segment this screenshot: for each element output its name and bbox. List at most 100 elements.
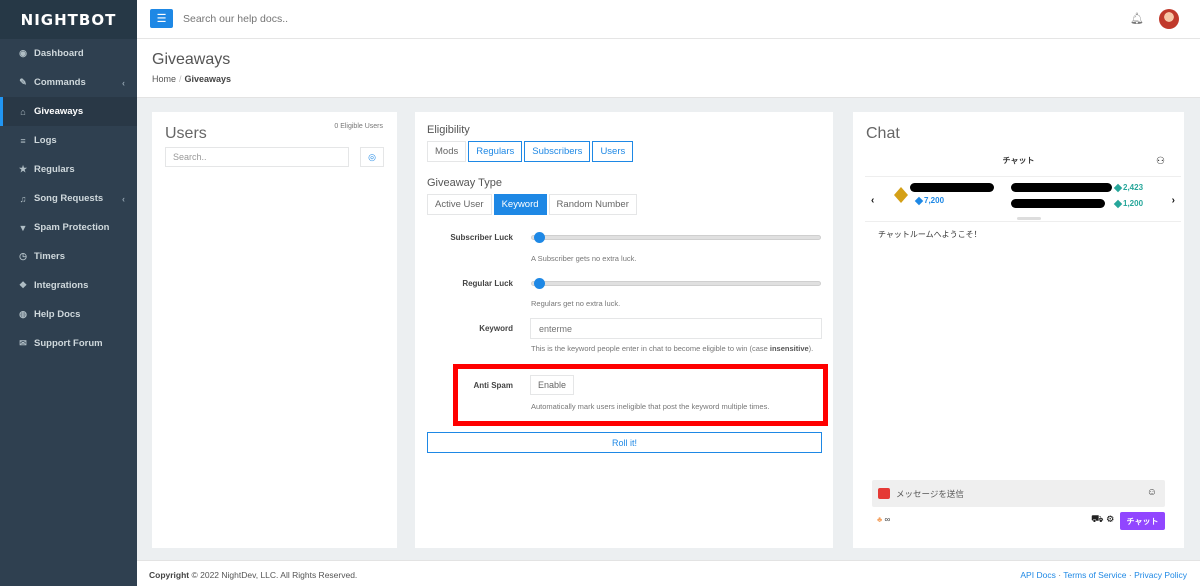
chat-tool-icons: ⛟ ⚙ — [1091, 514, 1114, 527]
chat-header-label: チャット — [1002, 156, 1035, 165]
crosshair-icon: ◎ — [368, 151, 376, 162]
slider-handle[interactable] — [534, 232, 545, 243]
active-user-button[interactable]: Active User — [427, 194, 492, 215]
roll-it-button[interactable]: Roll it! — [427, 432, 822, 453]
sidebar-item-label: Song Requests — [34, 193, 104, 204]
giveaway-type-buttons: Active User Keyword Random Number — [427, 194, 639, 215]
emote-icon[interactable]: ☺ — [1147, 487, 1157, 498]
chat-send-button[interactable]: チャット — [1120, 512, 1165, 530]
breadcrumb-current: Giveaways — [184, 74, 232, 84]
users-button[interactable]: Users — [592, 141, 634, 162]
copyright-label: Copyright — [149, 570, 190, 580]
target-button[interactable]: ◎ — [360, 147, 384, 167]
chat-message-placeholder: メッセージを送信 — [896, 489, 964, 499]
subscribers-button[interactable]: Subscribers — [524, 141, 591, 162]
hamburger-menu-button[interactable]: ☰ — [150, 9, 173, 28]
sidebar-item-label: Support Forum — [34, 338, 103, 349]
regulars-button[interactable]: Regulars — [468, 141, 523, 162]
eligible-users-count: 0 Eligible Users — [334, 123, 383, 130]
sidebar-item-label: Logs — [34, 135, 57, 146]
cart-icon[interactable]: ⛟ — [1091, 514, 1104, 525]
privacy-policy-link[interactable]: Privacy Policy — [1134, 570, 1187, 580]
help-search-input[interactable] — [183, 8, 483, 30]
api-docs-link[interactable]: API Docs — [1020, 570, 1055, 580]
chevron-left-icon[interactable]: ‹ — [871, 195, 874, 206]
chat-message-input[interactable]: メッセージを送信 ☺ — [872, 480, 1165, 507]
chevron-left-icon: ‹ — [122, 193, 125, 204]
sidebar-nav: ◉ Dashboard ✎ Commands ‹ ⌂ Giveaways ≡ Logs ★ Regu… — [0, 39, 137, 358]
subscriber-luck-slider[interactable] — [531, 232, 821, 243]
sidebar-item-giveaways[interactable]: ⌂ Giveaways — [0, 97, 137, 126]
breadcrumb: Home / Giveaways — [152, 74, 231, 84]
user-avatar[interactable] — [1159, 9, 1179, 29]
terms-of-service-link[interactable]: Terms of Service — [1063, 570, 1126, 580]
sidebar-item-logs[interactable]: ≡ Logs — [0, 126, 137, 155]
sidebar-item-commands[interactable]: ✎ Commands ‹ — [0, 68, 137, 97]
points-value: 1,200 — [1123, 199, 1144, 208]
slider-handle[interactable] — [534, 278, 545, 289]
topbar: ☰ 🔔︎ — [137, 0, 1200, 39]
random-number-button[interactable]: Random Number — [548, 194, 637, 215]
gear-icon[interactable]: ⚙ — [1106, 514, 1114, 525]
subscriber-luck-label: Subscriber Luck — [450, 233, 513, 242]
redacted-username — [1011, 199, 1105, 208]
chat-points-display[interactable]: ♣ ∞ — [877, 515, 890, 524]
keyword-help-text: This is the keyword people enter in chat… — [531, 344, 770, 353]
cubes-icon: ❖ — [18, 280, 28, 290]
eligibility-panel: Eligibility Mods Regulars Subscribers Us… — [415, 112, 833, 548]
bell-icon[interactable]: 🔔︎ — [1130, 12, 1144, 25]
points-icon — [1113, 199, 1123, 209]
comments-icon: ✉ — [19, 338, 27, 348]
sidebar-item-label: Integrations — [34, 280, 89, 291]
regular-luck-help: Regulars get no extra luck. — [531, 299, 621, 308]
points-value: 7,200 — [924, 196, 945, 205]
redacted-username — [910, 183, 994, 192]
clock-icon: ◷ — [19, 251, 27, 261]
subscriber-luck-help: A Subscriber gets no extra luck. — [531, 254, 637, 263]
breadcrumb-home-link[interactable]: Home — [152, 74, 176, 84]
sidebar-item-support-forum[interactable]: ✉ Support Forum — [0, 329, 137, 358]
eligibility-buttons: Mods Regulars Subscribers Users — [427, 141, 635, 162]
users-search-input[interactable] — [165, 147, 349, 167]
sidebar-item-dashboard[interactable]: ◉ Dashboard — [0, 39, 137, 68]
users-icon[interactable]: ⚇ — [1156, 156, 1165, 167]
sidebar-item-regulars[interactable]: ★ Regulars — [0, 155, 137, 184]
copyright-text: Copyright © 2022 NightDev, LLC. All Righ… — [149, 570, 357, 580]
chat-title: Chat — [866, 125, 900, 142]
copyright-rest: © 2022 NightDev, LLC. All Rights Reserve… — [189, 570, 358, 580]
sidebar-item-label: Commands — [34, 77, 86, 88]
highlight-annotation-box — [453, 364, 828, 426]
leaderboard: ‹ 7,200 2,423 1,200 › — [865, 176, 1181, 222]
rank-badge-icon — [894, 187, 908, 203]
breadcrumb-separator: / — [179, 74, 182, 84]
channel-points-icon: ♣ — [877, 515, 883, 524]
sidebar-item-spam-protection[interactable]: ▼ Spam Protection — [0, 213, 137, 242]
keyword-input[interactable] — [530, 318, 822, 339]
chat-panel: Chat チャット ⚇ ‹ 7,200 2,423 1,200 › チャットルー… — [853, 112, 1184, 548]
mods-button[interactable]: Mods — [427, 141, 467, 162]
sidebar-item-song-requests[interactable]: ♫ Song Requests ‹ — [0, 184, 137, 213]
chevron-right-icon[interactable]: › — [1172, 195, 1175, 206]
keyword-button[interactable]: Keyword — [493, 194, 547, 215]
sidebar-item-label: Dashboard — [34, 48, 84, 59]
users-panel: Users 0 Eligible Users ◎ — [152, 112, 397, 548]
regular-luck-slider[interactable] — [531, 278, 821, 289]
wand-icon: ✎ — [19, 77, 27, 87]
leaderboard-scroll-indicator[interactable] — [1017, 217, 1041, 220]
redacted-username — [1011, 183, 1112, 192]
footer-links: API Docs · Terms of Service · Privacy Po… — [1020, 570, 1187, 580]
points-icon — [914, 196, 924, 206]
points-icon — [1113, 183, 1123, 193]
sidebar-item-timers[interactable]: ◷ Timers — [0, 242, 137, 271]
keyword-help-emphasis: insensitive — [769, 344, 809, 353]
sidebar-item-help-docs[interactable]: ◍ Help Docs — [0, 300, 137, 329]
nightbot-logo[interactable]: NIGHTBOT — [0, 0, 137, 39]
giveaway-type-title: Giveaway Type — [427, 177, 503, 189]
channel-points-value: ∞ — [884, 515, 891, 524]
sidebar-item-integrations[interactable]: ❖ Integrations — [0, 271, 137, 300]
regular-luck-label: Regular Luck — [462, 279, 513, 288]
video-icon[interactable] — [878, 488, 890, 499]
sidebar-item-label: Giveaways — [34, 106, 84, 117]
sidebar-item-label: Spam Protection — [34, 222, 110, 233]
footer: Copyright © 2022 NightDev, LLC. All Righ… — [137, 560, 1200, 586]
